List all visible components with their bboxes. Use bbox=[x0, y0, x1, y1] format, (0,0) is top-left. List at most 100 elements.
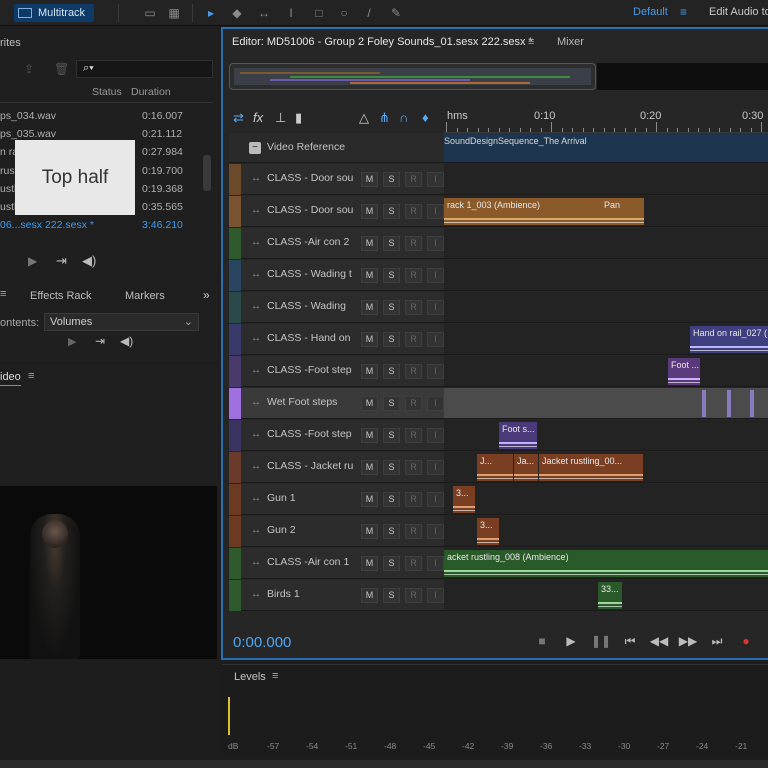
fast-forward-icon[interactable]: ▶▶ bbox=[678, 633, 698, 649]
mute-button[interactable]: M bbox=[361, 204, 378, 219]
magnet-icon[interactable]: ∩ bbox=[399, 110, 408, 125]
video-panel-menu-icon[interactable]: ≡ bbox=[28, 370, 34, 382]
solo-button[interactable]: S bbox=[383, 172, 400, 187]
track-lane[interactable]: 33... bbox=[444, 580, 768, 611]
mute-button[interactable]: M bbox=[361, 364, 378, 379]
track-name[interactable]: CLASS - Jacket ru bbox=[267, 460, 353, 472]
track-name[interactable]: Wet Foot steps bbox=[267, 396, 353, 408]
mute-button[interactable]: M bbox=[361, 268, 378, 283]
audio-clip[interactable]: Hand on rail_027 ( bbox=[690, 326, 768, 353]
mute-button[interactable]: M bbox=[361, 396, 378, 411]
edit-audio-to-video-button[interactable]: Edit Audio to bbox=[709, 6, 768, 18]
record-arm-button[interactable]: R bbox=[405, 460, 422, 475]
play-icon[interactable]: ▶ bbox=[561, 633, 581, 649]
track-name[interactable]: CLASS - Wading t bbox=[267, 268, 353, 280]
monitor-input-button[interactable]: I bbox=[427, 492, 444, 507]
monitor-input-button[interactable]: I bbox=[427, 428, 444, 443]
healing-tool-icon[interactable]: ✎ bbox=[388, 6, 404, 20]
audio-clip[interactable] bbox=[702, 390, 706, 417]
track-name[interactable]: CLASS - Door sou bbox=[267, 172, 353, 184]
lasso-tool-icon[interactable]: ○ bbox=[336, 6, 352, 20]
monitor-input-button[interactable]: I bbox=[427, 396, 444, 411]
audio-clip[interactable]: acket rustling_008 (Ambience) bbox=[444, 550, 768, 577]
track-lane[interactable]: acket rustling_008 (Ambience) bbox=[444, 548, 768, 579]
audio-clip[interactable] bbox=[727, 390, 731, 417]
tab-effects-rack[interactable]: Effects Rack bbox=[30, 290, 92, 302]
audio-clip[interactable]: 3... bbox=[453, 486, 475, 513]
track-lane[interactable] bbox=[444, 228, 768, 259]
play-icon[interactable]: ▶ bbox=[68, 335, 76, 348]
levels-menu-icon[interactable]: ≡ bbox=[272, 670, 278, 682]
track-lane[interactable] bbox=[444, 292, 768, 323]
solo-button[interactable]: S bbox=[383, 268, 400, 283]
monitor-input-button[interactable]: I bbox=[427, 172, 444, 187]
track-lane[interactable]: 3... bbox=[444, 484, 768, 515]
brush-tool-icon[interactable]: / bbox=[361, 6, 377, 20]
time-selection-tool-icon[interactable]: I bbox=[283, 6, 299, 20]
solo-button[interactable]: S bbox=[383, 364, 400, 379]
record-arm-button[interactable]: R bbox=[405, 492, 422, 507]
mute-button[interactable]: M bbox=[361, 332, 378, 347]
track-name[interactable]: CLASS -Foot step bbox=[267, 428, 353, 440]
track-lane[interactable]: Foot s... bbox=[444, 420, 768, 451]
track-header[interactable]: ↔ CLASS - Wading M S R I bbox=[229, 292, 444, 323]
mute-button[interactable]: M bbox=[361, 428, 378, 443]
play-preview-icon[interactable]: ▶ bbox=[28, 254, 37, 268]
razor-tool-icon[interactable]: ◆ bbox=[229, 6, 245, 20]
track-header[interactable]: ↔ Gun 1 MSRI bbox=[229, 484, 444, 515]
mute-button[interactable]: M bbox=[361, 236, 378, 251]
pause-icon[interactable]: ❚❚ bbox=[591, 633, 611, 649]
mute-button[interactable]: M bbox=[361, 524, 378, 539]
record-arm-button[interactable]: R bbox=[405, 204, 422, 219]
record-arm-button[interactable]: R bbox=[405, 300, 422, 315]
record-arm-button[interactable]: R bbox=[405, 396, 422, 411]
monitor-input-button[interactable]: I bbox=[427, 588, 444, 603]
timeline-ruler[interactable]: hms 0:10 0:20 0:30 bbox=[444, 107, 768, 133]
duration-column-header[interactable]: Duration bbox=[131, 86, 171, 98]
track-header[interactable]: ↔ Wet Foot steps M S R I bbox=[229, 388, 444, 419]
solo-button[interactable]: S bbox=[383, 332, 400, 347]
solo-button[interactable]: S bbox=[383, 204, 400, 219]
audio-clip[interactable]: rack 1_003 (Ambience) Pan bbox=[444, 198, 644, 225]
record-arm-button[interactable]: R bbox=[405, 556, 422, 571]
sends-icon[interactable]: ⊥ bbox=[275, 110, 286, 126]
record-arm-button[interactable]: R bbox=[405, 236, 422, 251]
track-lane[interactable] bbox=[444, 260, 768, 291]
loop-icon[interactable]: ⇥ bbox=[95, 334, 105, 348]
track-header[interactable]: ↔ CLASS - Door sou M S R I bbox=[229, 196, 444, 227]
eq-icon[interactable]: ▮ bbox=[295, 110, 302, 126]
monitor-input-button[interactable]: I bbox=[427, 364, 444, 379]
file-list-item[interactable]: ps_034.wav 0:16.007 bbox=[0, 108, 213, 126]
record-arm-button[interactable]: R bbox=[405, 428, 422, 443]
marquee-tool-icon[interactable]: □ bbox=[311, 6, 327, 20]
track-header[interactable]: ↔ CLASS - Jacket ru M S R I bbox=[229, 452, 444, 483]
mute-button[interactable]: M bbox=[361, 588, 378, 603]
track-name[interactable]: CLASS - Hand on bbox=[267, 332, 353, 344]
track-name[interactable]: CLASS - Wading bbox=[267, 300, 353, 312]
volume-icon[interactable]: ◀) bbox=[82, 253, 96, 269]
track-header[interactable]: ↔ CLASS -Air con 2 MSRI bbox=[229, 228, 444, 259]
monitor-input-button[interactable]: I bbox=[427, 204, 444, 219]
solo-button[interactable]: S bbox=[383, 428, 400, 443]
slip-tool-icon[interactable]: ↔ bbox=[256, 6, 272, 20]
monitor-input-button[interactable]: I bbox=[427, 524, 444, 539]
inputs-outputs-icon[interactable]: ⇄ bbox=[233, 110, 244, 126]
audio-clip[interactable]: Foot ... bbox=[668, 358, 700, 385]
more-panels-icon[interactable]: » bbox=[203, 288, 210, 302]
mute-button[interactable]: M bbox=[361, 492, 378, 507]
volume-icon[interactable]: ◀) bbox=[120, 334, 133, 348]
panel-menu-icon[interactable]: ≡ bbox=[0, 288, 6, 300]
track-header[interactable]: ↔ Gun 2 MSRI bbox=[229, 516, 444, 547]
audio-clip[interactable]: J... bbox=[477, 454, 513, 481]
track-lane[interactable]: Foot ... bbox=[444, 356, 768, 387]
editor-menu-icon[interactable]: ≡ bbox=[528, 36, 534, 48]
track-name[interactable]: Birds 1 bbox=[267, 588, 353, 600]
workspace-menu-icon[interactable]: ≡ bbox=[680, 5, 687, 19]
loop-preview-icon[interactable]: ⇥ bbox=[56, 253, 67, 269]
monitor-input-button[interactable]: I bbox=[427, 556, 444, 571]
go-to-start-icon[interactable]: ⏮ bbox=[620, 633, 640, 649]
record-icon[interactable]: ● bbox=[736, 633, 756, 649]
collapse-icon[interactable]: − bbox=[249, 142, 261, 154]
track-name[interactable]: CLASS -Foot step bbox=[267, 364, 353, 376]
track-lane[interactable] bbox=[444, 388, 768, 419]
